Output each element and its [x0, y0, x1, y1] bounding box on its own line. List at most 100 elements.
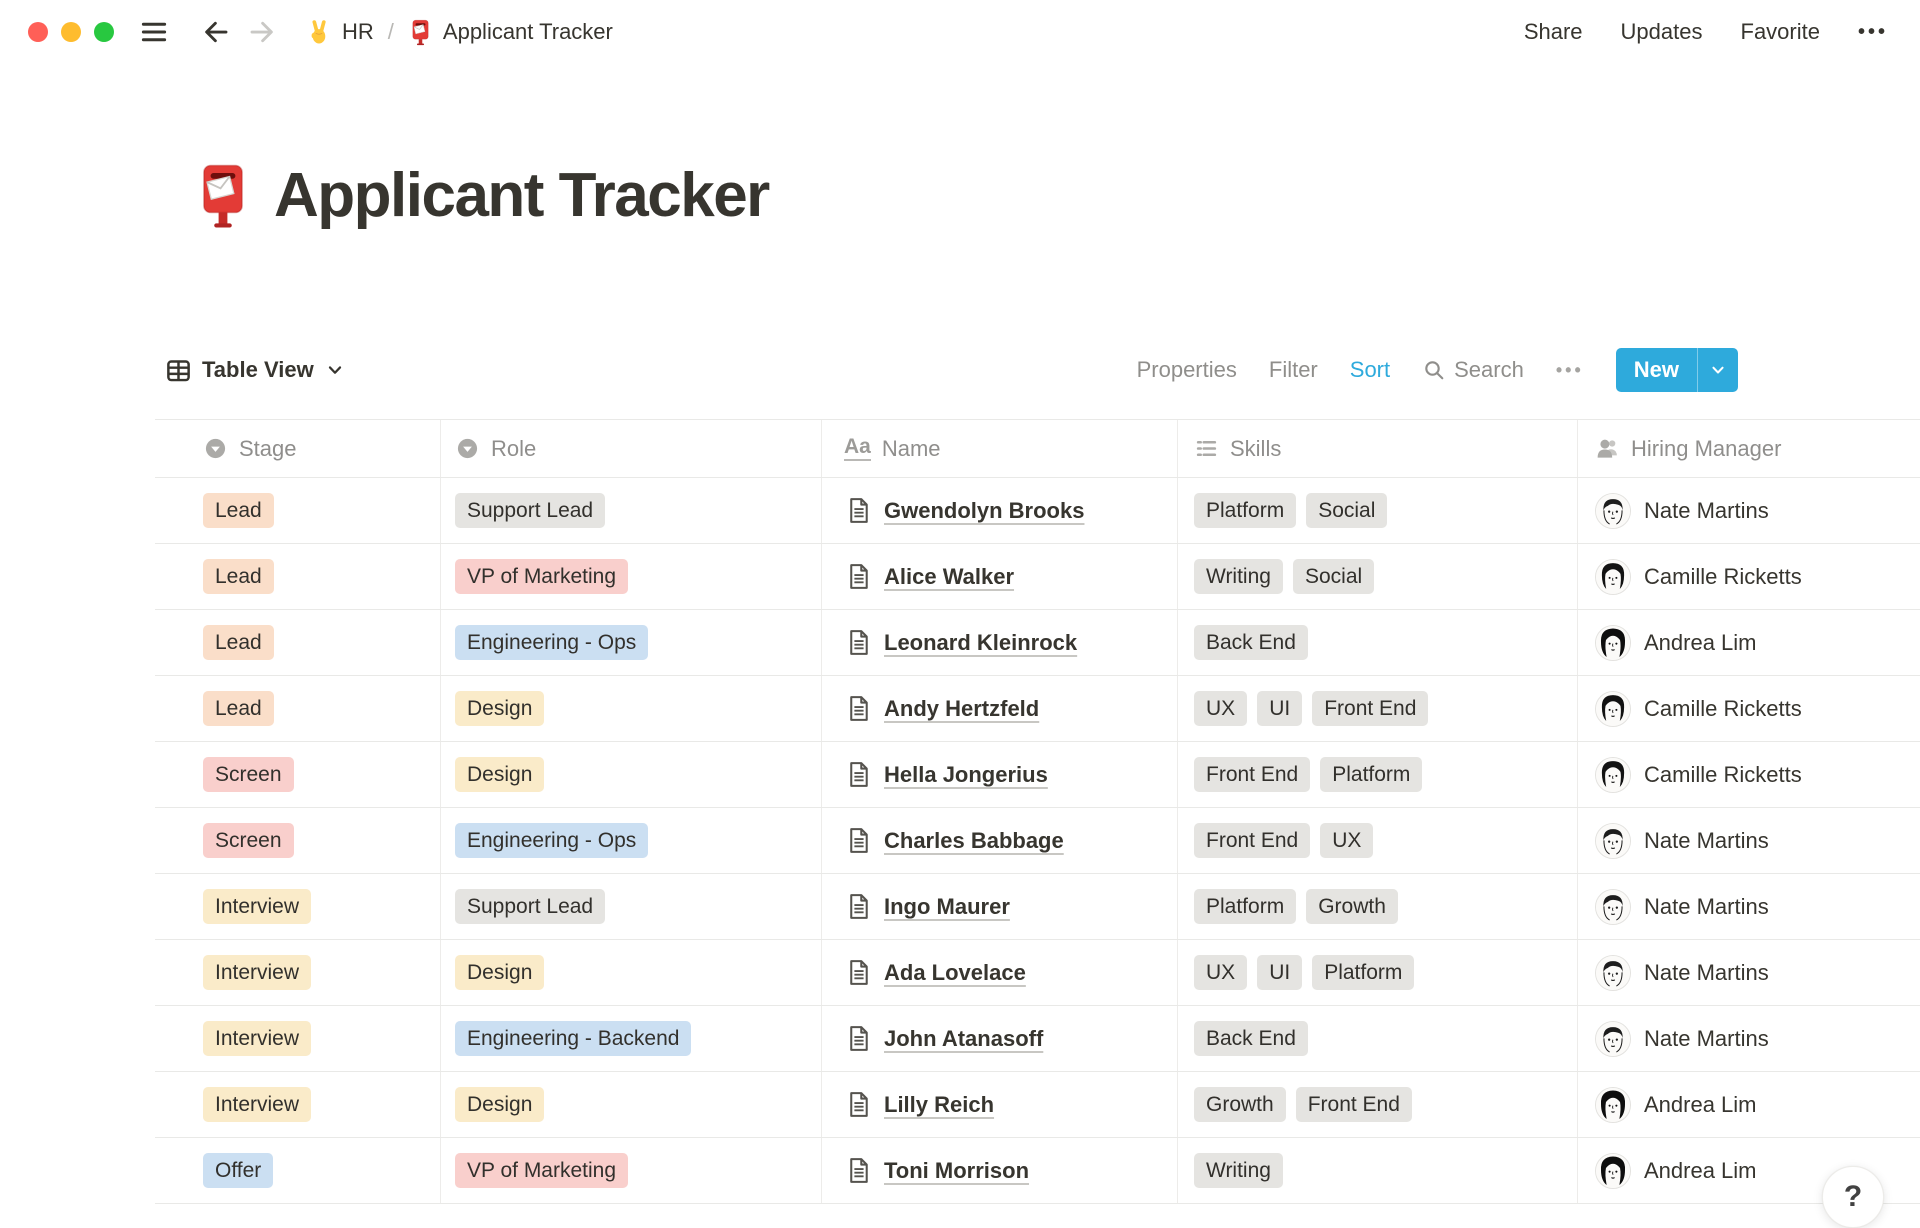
updates-button[interactable]: Updates — [1621, 19, 1703, 45]
name-cell[interactable]: Ingo Maurer — [822, 874, 1178, 939]
applicant-name-link[interactable]: Andy Hertzfeld — [884, 696, 1039, 722]
view-more-options-button[interactable]: ••• — [1556, 360, 1584, 381]
applicant-name-link[interactable]: Ingo Maurer — [884, 894, 1010, 920]
skills-cell[interactable]: PlatformGrowth — [1178, 874, 1578, 939]
new-record-button[interactable]: New — [1616, 348, 1738, 392]
column-header-role[interactable]: Role — [441, 420, 822, 477]
sidebar-menu-button[interactable] — [136, 14, 172, 50]
avatar — [1595, 1153, 1631, 1189]
column-header-hiring-manager[interactable]: Hiring Manager — [1578, 420, 1920, 477]
stage-cell[interactable]: Interview — [155, 940, 441, 1005]
zoom-window-button[interactable] — [94, 22, 114, 42]
skills-cell[interactable]: Back End — [1178, 1006, 1578, 1071]
role-cell[interactable]: Engineering - Ops — [441, 610, 822, 675]
stage-tag: Interview — [203, 1087, 311, 1122]
stage-cell[interactable]: Interview — [155, 874, 441, 939]
skills-cell[interactable]: Front EndPlatform — [1178, 742, 1578, 807]
manager-cell[interactable]: Camille Ricketts — [1578, 742, 1920, 807]
skills-cell[interactable]: PlatformSocial — [1178, 478, 1578, 543]
skill-tag: Back End — [1194, 625, 1308, 660]
manager-cell[interactable]: Nate Martins — [1578, 808, 1920, 873]
stage-cell[interactable]: Offer — [155, 1138, 441, 1203]
view-switcher-button[interactable]: Table View — [165, 357, 346, 384]
applicant-name-link[interactable]: Lilly Reich — [884, 1092, 994, 1118]
breadcrumb-separator: / — [388, 19, 394, 45]
stage-cell[interactable]: Screen — [155, 808, 441, 873]
applicant-name-link[interactable]: Charles Babbage — [884, 828, 1064, 854]
applicant-name-link[interactable]: Gwendolyn Brooks — [884, 498, 1084, 524]
skills-cell[interactable]: WritingSocial — [1178, 544, 1578, 609]
search-button[interactable]: Search — [1422, 357, 1524, 383]
postbox-icon[interactable] — [192, 162, 254, 230]
stage-cell[interactable]: Interview — [155, 1006, 441, 1071]
role-cell[interactable]: Support Lead — [441, 478, 822, 543]
role-cell[interactable]: Design — [441, 940, 822, 1005]
favorite-button[interactable]: Favorite — [1741, 19, 1820, 45]
manager-cell[interactable]: Andrea Lim — [1578, 1072, 1920, 1137]
applicant-name-link[interactable]: Ada Lovelace — [884, 960, 1026, 986]
breadcrumb-page[interactable]: Applicant Tracker — [408, 19, 613, 46]
name-cell[interactable]: Toni Morrison — [822, 1138, 1178, 1203]
applicant-name-link[interactable]: Alice Walker — [884, 564, 1014, 590]
manager-cell[interactable]: Nate Martins — [1578, 478, 1920, 543]
name-cell[interactable]: Charles Babbage — [822, 808, 1178, 873]
name-cell[interactable]: Lilly Reich — [822, 1072, 1178, 1137]
role-cell[interactable]: VP of Marketing — [441, 544, 822, 609]
name-cell[interactable]: John Atanasoff — [822, 1006, 1178, 1071]
name-cell[interactable]: Ada Lovelace — [822, 940, 1178, 1005]
applicant-name-link[interactable]: John Atanasoff — [884, 1026, 1043, 1052]
more-options-button[interactable]: ••• — [1858, 21, 1888, 44]
stage-cell[interactable]: Lead — [155, 478, 441, 543]
new-button-dropdown[interactable] — [1698, 348, 1738, 392]
minimize-window-button[interactable] — [61, 22, 81, 42]
manager-cell[interactable]: Camille Ricketts — [1578, 676, 1920, 741]
name-cell[interactable]: Gwendolyn Brooks — [822, 478, 1178, 543]
share-button[interactable]: Share — [1524, 19, 1583, 45]
manager-cell[interactable]: Camille Ricketts — [1578, 544, 1920, 609]
stage-cell[interactable]: Lead — [155, 610, 441, 675]
name-cell[interactable]: Andy Hertzfeld — [822, 676, 1178, 741]
help-button[interactable]: ? — [1822, 1166, 1884, 1228]
skills-cell[interactable]: Front EndUX — [1178, 808, 1578, 873]
applicant-name-link[interactable]: Toni Morrison — [884, 1158, 1029, 1184]
search-label: Search — [1454, 357, 1524, 383]
applicant-name-link[interactable]: Hella Jongerius — [884, 762, 1048, 788]
name-cell[interactable]: Alice Walker — [822, 544, 1178, 609]
role-cell[interactable]: Engineering - Backend — [441, 1006, 822, 1071]
column-header-skills[interactable]: Skills — [1178, 420, 1578, 477]
history-back-button[interactable] — [198, 14, 234, 50]
close-window-button[interactable] — [28, 22, 48, 42]
manager-cell[interactable]: Nate Martins — [1578, 940, 1920, 1005]
stage-cell[interactable]: Screen — [155, 742, 441, 807]
role-cell[interactable]: Support Lead — [441, 874, 822, 939]
role-cell[interactable]: Design — [441, 676, 822, 741]
role-cell[interactable]: Design — [441, 1072, 822, 1137]
manager-cell[interactable]: Nate Martins — [1578, 874, 1920, 939]
properties-button[interactable]: Properties — [1137, 357, 1237, 383]
skill-tag: Platform — [1194, 889, 1296, 924]
column-header-stage[interactable]: Stage — [155, 420, 441, 477]
manager-cell[interactable]: Nate Martins — [1578, 1006, 1920, 1071]
role-cell[interactable]: Design — [441, 742, 822, 807]
skills-cell[interactable]: GrowthFront End — [1178, 1072, 1578, 1137]
hamburger-icon — [139, 17, 169, 47]
filter-button[interactable]: Filter — [1269, 357, 1318, 383]
skills-cell[interactable]: Writing — [1178, 1138, 1578, 1203]
column-header-name[interactable]: Aa Name — [822, 420, 1178, 477]
history-forward-button[interactable] — [244, 14, 280, 50]
skills-cell[interactable]: UXUIPlatform — [1178, 940, 1578, 1005]
skills-cell[interactable]: UXUIFront End — [1178, 676, 1578, 741]
skill-tag: Front End — [1194, 823, 1310, 858]
name-cell[interactable]: Hella Jongerius — [822, 742, 1178, 807]
role-cell[interactable]: VP of Marketing — [441, 1138, 822, 1203]
role-cell[interactable]: Engineering - Ops — [441, 808, 822, 873]
skills-cell[interactable]: Back End — [1178, 610, 1578, 675]
name-cell[interactable]: Leonard Kleinrock — [822, 610, 1178, 675]
sort-button[interactable]: Sort — [1350, 357, 1390, 383]
breadcrumb-workspace[interactable]: HR — [306, 19, 374, 45]
stage-cell[interactable]: Lead — [155, 544, 441, 609]
stage-cell[interactable]: Lead — [155, 676, 441, 741]
applicant-name-link[interactable]: Leonard Kleinrock — [884, 630, 1077, 656]
stage-cell[interactable]: Interview — [155, 1072, 441, 1137]
manager-cell[interactable]: Andrea Lim — [1578, 610, 1920, 675]
